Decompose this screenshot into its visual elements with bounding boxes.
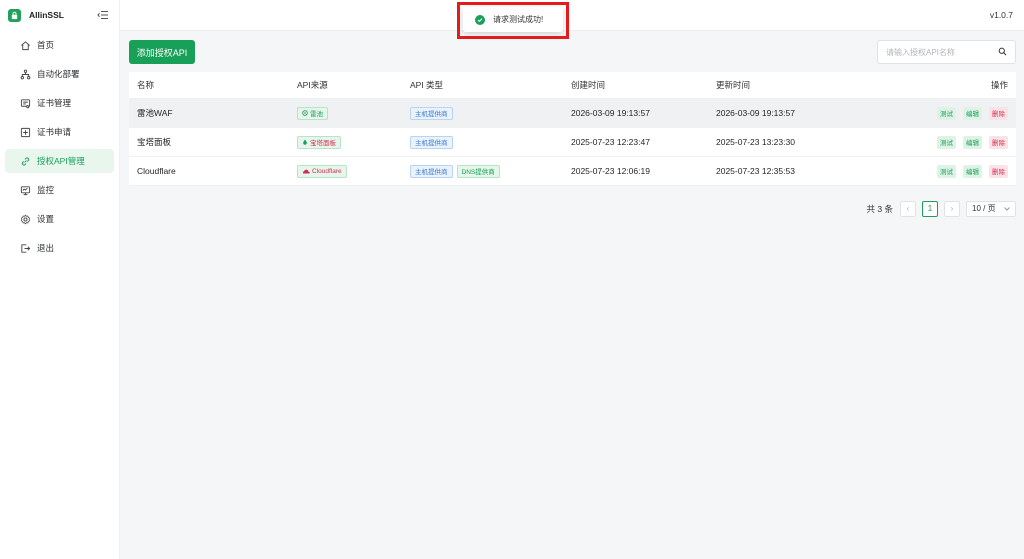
table-row[interactable]: 雷池WAF 雷池 主机提供商 2026-03-09 19:13:57 2026-… (129, 99, 1016, 128)
sidebar-nav: 首页 自动化部署 证书管理 证书申请 授权API管理 监控 设置 退出 (0, 33, 119, 260)
btpanel-icon (302, 139, 308, 145)
add-auth-api-button[interactable]: 添加授权API (129, 40, 195, 64)
column-header-updated: 更新时间 (716, 80, 751, 90)
version-label: v1.0.7 (989, 10, 1013, 20)
sidebar-item-auto-deploy[interactable]: 自动化部署 (5, 62, 114, 86)
sidebar-item-label: 授权API管理 (37, 156, 85, 166)
type-tag: 主机提供商 (410, 164, 453, 178)
sidebar-item-home[interactable]: 首页 (5, 33, 114, 57)
row-source: Cloudflare (297, 157, 351, 185)
page-size-value: 10 / 页 (972, 204, 996, 213)
logout-icon (20, 243, 31, 254)
edit-button[interactable]: 编辑 (963, 106, 982, 120)
safeline-icon (302, 110, 308, 116)
page-size-select[interactable]: 10 / 页 (966, 200, 1016, 217)
delete-button[interactable]: 删除 (989, 106, 1008, 120)
add-certificate-icon (20, 127, 31, 138)
source-tag: 雷池 (297, 106, 328, 120)
app-name: AllinSSL (29, 10, 64, 20)
row-updated: 2025-07-23 12:35:53 (716, 166, 795, 176)
home-icon (20, 40, 31, 51)
app-root: AllinSSL 首页 自动化部署 证书管理 证书申请 授权API管理 监控 设… (0, 0, 1024, 559)
main-content: 添加授权API 名称 API来源 API 类型 创建时间 更新时间 操作 雷池W… (120, 31, 1024, 559)
row-updated: 2026-03-09 19:13:57 (716, 108, 795, 118)
row-type: 主机提供商 DNS提供商 (410, 157, 504, 185)
chevron-down-icon (1004, 204, 1010, 213)
row-created: 2025-07-23 12:23:47 (571, 137, 650, 147)
sidebar-item-label: 自动化部署 (37, 69, 80, 79)
gear-icon (20, 213, 31, 225)
test-button[interactable]: 测试 (937, 164, 956, 178)
row-updated: 2025-07-23 13:23:30 (716, 137, 795, 147)
column-header-type: API 类型 (410, 80, 444, 90)
sidebar-item-cert-manage[interactable]: 证书管理 (5, 91, 114, 115)
auth-api-table: 名称 API来源 API 类型 创建时间 更新时间 操作 雷池WAF 雷池 主机… (129, 72, 1016, 186)
toast-highlight-box (457, 2, 569, 39)
source-tag-label: Cloudflare (312, 167, 342, 175)
row-name: 雷池WAF (137, 108, 173, 118)
row-actions: 测试 编辑 删除 (930, 99, 1008, 127)
search-box (877, 40, 1016, 64)
sidebar-item-label: 证书管理 (37, 98, 72, 108)
source-tag: 宝塔面板 (297, 135, 341, 149)
workflow-icon (20, 69, 31, 80)
sidebar-item-label: 首页 (37, 40, 55, 50)
row-actions: 测试 编辑 删除 (930, 128, 1008, 156)
sidebar-item-cert-apply[interactable]: 证书申请 (5, 120, 114, 144)
monitor-icon (20, 185, 31, 196)
type-tag: 主机提供商 (410, 106, 453, 120)
row-type: 主机提供商 (410, 128, 457, 156)
source-tag: Cloudflare (297, 164, 347, 178)
source-tag-label: 宝塔面板 (310, 140, 336, 147)
collapse-menu-icon[interactable] (97, 10, 109, 20)
link-icon (20, 156, 31, 167)
next-page-button[interactable]: › (944, 200, 960, 217)
row-actions: 测试 编辑 删除 (930, 157, 1008, 185)
column-header-created: 创建时间 (571, 80, 606, 90)
row-source: 雷池 (297, 99, 332, 127)
source-tag-label: 雷池 (310, 111, 323, 118)
sidebar-item-auth-api[interactable]: 授权API管理 (5, 149, 114, 173)
page-number-button[interactable]: 1 (922, 200, 938, 217)
type-tag: DNS提供商 (456, 164, 500, 178)
row-type: 主机提供商 (410, 99, 457, 127)
search-icon[interactable] (998, 47, 1007, 58)
delete-button[interactable]: 删除 (989, 164, 1008, 178)
sidebar: AllinSSL 首页 自动化部署 证书管理 证书申请 授权API管理 监控 设… (0, 0, 120, 559)
edit-button[interactable]: 编辑 (963, 164, 982, 178)
sidebar-item-monitor[interactable]: 监控 (5, 178, 114, 202)
row-name: Cloudflare (137, 166, 176, 176)
prev-page-button[interactable]: ‹ (900, 200, 916, 217)
pagination-total: 共 3 条 (866, 203, 893, 214)
sidebar-item-label: 证书申请 (37, 127, 72, 137)
pagination: 共 3 条 ‹ 1 › 10 / 页 (867, 200, 1016, 217)
test-button[interactable]: 测试 (937, 135, 956, 149)
cloudflare-icon (302, 169, 310, 174)
table-header: 名称 API来源 API 类型 创建时间 更新时间 操作 (129, 72, 1016, 99)
sidebar-item-settings[interactable]: 设置 (5, 207, 114, 231)
certificate-icon (20, 98, 31, 109)
row-name: 宝塔面板 (137, 137, 172, 147)
column-header-source: API来源 (297, 80, 328, 90)
top-bar: v1.0.7 (120, 0, 1024, 31)
column-header-name: 名称 (137, 80, 155, 90)
delete-button[interactable]: 删除 (989, 135, 1008, 149)
test-button[interactable]: 测试 (937, 106, 956, 120)
brand: AllinSSL (0, 0, 119, 30)
type-tag: 主机提供商 (410, 135, 453, 149)
row-created: 2026-03-09 19:13:57 (571, 108, 650, 118)
sidebar-item-label: 设置 (37, 214, 55, 224)
row-created: 2025-07-23 12:06:19 (571, 166, 650, 176)
column-header-ops: 操作 (990, 80, 1008, 90)
table-row[interactable]: 宝塔面板 宝塔面板 主机提供商 2025-07-23 12:23:47 2025… (129, 128, 1016, 157)
row-source: 宝塔面板 (297, 128, 345, 156)
table-row[interactable]: Cloudflare Cloudflare 主机提供商 DNS提供商 2025-… (129, 157, 1016, 186)
sidebar-item-logout[interactable]: 退出 (5, 236, 114, 260)
search-input[interactable] (886, 47, 998, 57)
sidebar-item-label: 退出 (37, 243, 55, 253)
sidebar-item-label: 监控 (37, 185, 55, 195)
edit-button[interactable]: 编辑 (963, 135, 982, 149)
allinssl-logo-icon (8, 8, 21, 22)
